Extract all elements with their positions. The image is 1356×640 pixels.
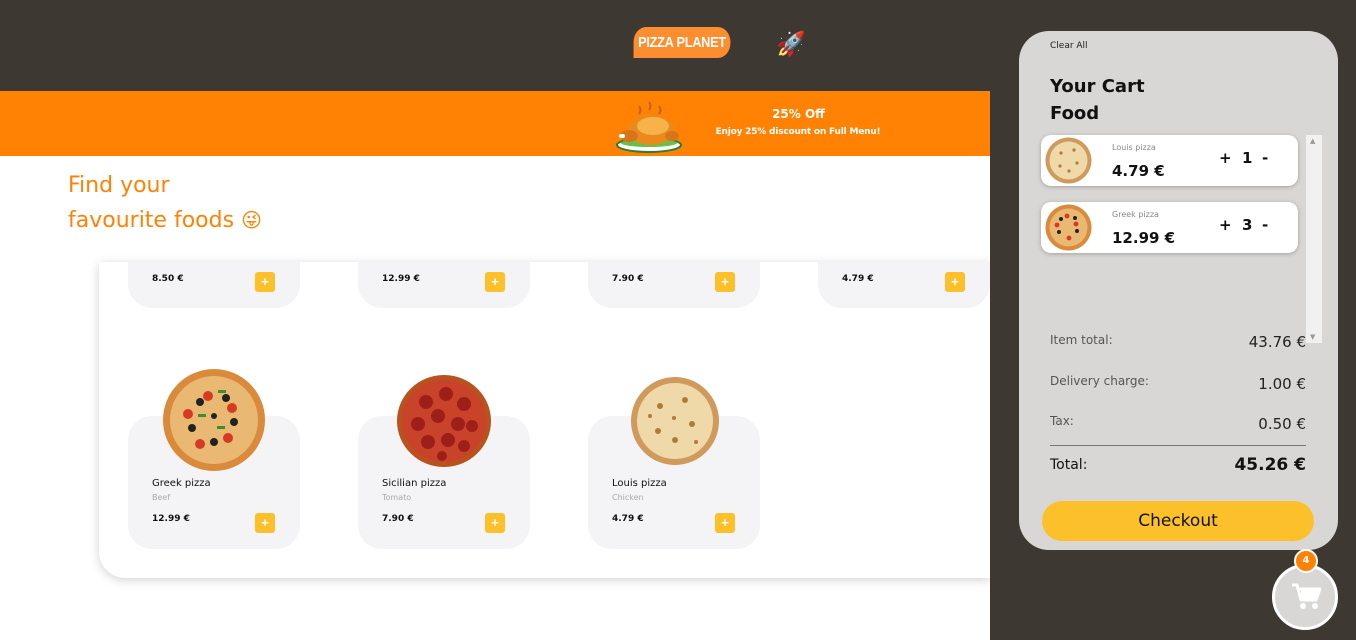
brand-logo[interactable]: PIZZA PLANET — [633, 27, 731, 58]
product-price: 7.90 € — [382, 514, 414, 524]
greek-pizza-thumbnail — [1045, 204, 1092, 251]
add-to-cart-button[interactable]: + — [485, 272, 505, 292]
product-price: 12.99 € — [382, 274, 420, 284]
add-to-cart-button[interactable]: + — [485, 513, 505, 533]
add-to-cart-button[interactable]: + — [945, 272, 965, 292]
product-card: 12.99 € + — [358, 262, 530, 308]
cart-item-name: Louis pizza — [1112, 143, 1156, 152]
product-description: Tomato — [382, 493, 412, 502]
roast-chicken-icon — [616, 101, 682, 153]
cart-item-name: Greek pizza — [1112, 210, 1159, 219]
rocket-icon: 🚀 — [776, 30, 806, 58]
cart-item-quantity: 1 — [1242, 149, 1253, 167]
decrease-quantity-button[interactable]: - — [1262, 149, 1268, 167]
cart-count-badge: 4 — [1294, 549, 1318, 573]
cart-panel: Clear All Your Cart Food Louis pizza 4.7… — [1019, 31, 1338, 550]
delivery-charge-label: Delivery charge: — [1050, 374, 1149, 388]
total-value: 45.26 € — [1234, 455, 1306, 475]
heading-line-1: Find your — [68, 173, 170, 198]
cart-fab-button[interactable] — [1272, 564, 1338, 630]
cart-item: Greek pizza 12.99 € + 3 - — [1041, 202, 1298, 253]
add-to-cart-button[interactable]: + — [255, 272, 275, 292]
product-card: 8.50 € + — [128, 262, 300, 308]
product-description: Chicken — [612, 493, 644, 502]
product-price: 12.99 € — [152, 514, 190, 524]
scroll-up-arrow-icon[interactable]: ▲ — [1310, 137, 1315, 145]
item-total-label: Item total: — [1050, 333, 1113, 347]
product-card: 7.90 € + — [588, 262, 760, 308]
product-price: 4.79 € — [612, 514, 644, 524]
checkout-button[interactable]: Checkout — [1042, 501, 1314, 541]
totals-divider — [1050, 445, 1306, 446]
product-price: 4.79 € — [842, 274, 874, 284]
greek-pizza-image[interactable] — [162, 368, 266, 472]
decrease-quantity-button[interactable]: - — [1262, 216, 1268, 234]
item-total-value: 43.76 € — [1248, 333, 1306, 351]
cart-title: Your Cart Food — [1050, 73, 1145, 127]
product-name: Sicilian pizza — [382, 478, 447, 489]
tax-value: 0.50 € — [1258, 415, 1306, 433]
heading-line-2: favourite foods — [68, 208, 235, 233]
cart-item-quantity: 3 — [1242, 216, 1253, 234]
product-name: Greek pizza — [152, 478, 211, 489]
product-description: Beef — [152, 493, 171, 502]
cart-item-price: 4.79 € — [1112, 162, 1165, 180]
add-to-cart-button[interactable]: + — [255, 513, 275, 533]
clear-all-button[interactable]: Clear All — [1050, 41, 1088, 51]
increase-quantity-button[interactable]: + — [1219, 149, 1232, 167]
scroll-down-arrow-icon[interactable]: ▼ — [1310, 333, 1315, 341]
cart-scrollbar[interactable]: ▲ ▼ — [1306, 135, 1322, 343]
tongue-emoji-icon: 😜 — [241, 208, 262, 232]
product-price: 8.50 € — [152, 274, 184, 284]
product-card: 4.79 € + — [818, 262, 990, 308]
promo-banner — [0, 91, 990, 156]
shopping-cart-icon — [1292, 583, 1321, 609]
product-price: 7.90 € — [612, 274, 644, 284]
louis-pizza-image[interactable] — [630, 376, 720, 466]
add-to-cart-button[interactable]: + — [715, 272, 735, 292]
cart-title-line-1: Your Cart — [1050, 76, 1145, 97]
tax-label: Tax: — [1050, 414, 1074, 428]
add-to-cart-button[interactable]: + — [715, 513, 735, 533]
delivery-charge-value: 1.00 € — [1258, 375, 1306, 393]
page-heading: Find your favourite foods 😜 — [68, 168, 262, 238]
banner-subtitle: Enjoy 25% discount on Full Menu! — [715, 127, 881, 137]
cart-item-price: 12.99 € — [1112, 229, 1176, 247]
sicilian-pizza-image[interactable] — [396, 374, 492, 468]
product-name: Louis pizza — [612, 478, 667, 489]
top-navbar — [0, 0, 990, 91]
cart-item: Louis pizza 4.79 € + 1 - — [1041, 135, 1298, 186]
total-label: Total: — [1050, 457, 1088, 473]
banner-title: 25% Off — [772, 107, 825, 121]
louis-pizza-thumbnail — [1045, 137, 1092, 184]
increase-quantity-button[interactable]: + — [1219, 216, 1232, 234]
cart-title-line-2: Food — [1050, 103, 1100, 124]
